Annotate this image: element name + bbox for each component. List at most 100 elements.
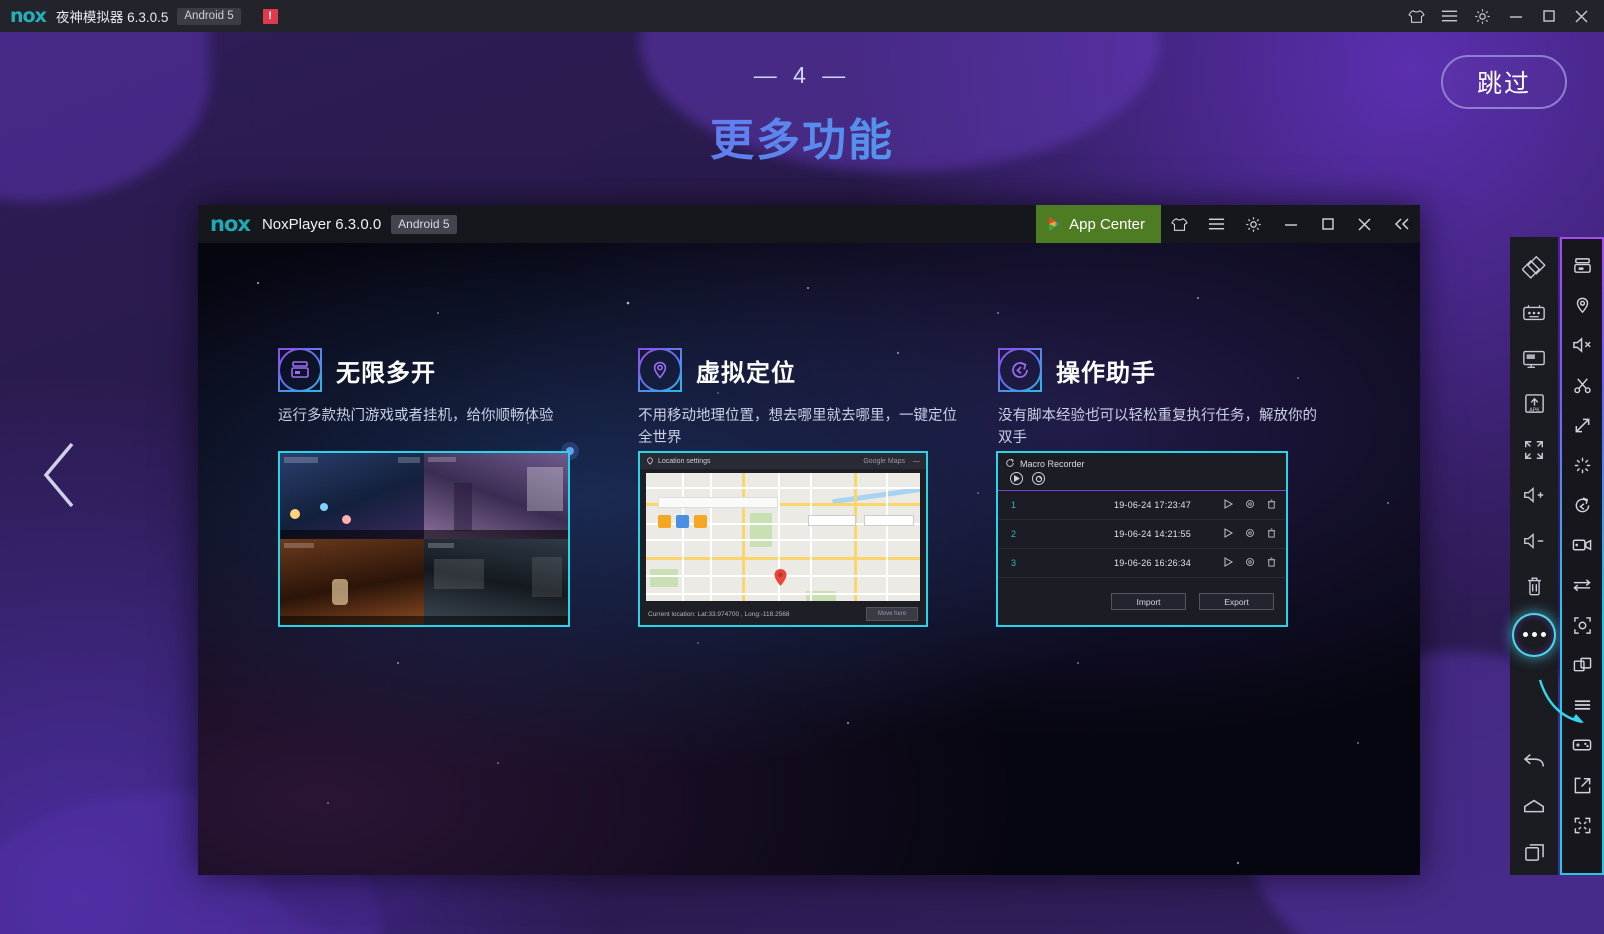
inner-window-title: NoxPlayer 6.3.0.0: [261, 215, 382, 233]
row-play-icon[interactable]: [1224, 557, 1233, 567]
row-settings-icon[interactable]: [1245, 528, 1255, 538]
play-store-icon: [1049, 217, 1060, 231]
prev-page-arrow-icon[interactable]: [40, 440, 80, 510]
more-item-location-pin-icon[interactable]: [1561, 285, 1603, 325]
sidebar-item-trash-icon[interactable]: [1510, 564, 1558, 610]
move-here-button[interactable]: Move here: [866, 607, 918, 621]
inner-gear-icon[interactable]: [1235, 205, 1272, 243]
sidebar-item-more-dots-icon[interactable]: [1512, 613, 1556, 657]
more-item-transfer-icon[interactable]: [1561, 565, 1603, 605]
macro-row-time: 19-06-26 16:26:34: [1114, 558, 1191, 568]
sidebar-item-recents-icon[interactable]: [1510, 830, 1558, 876]
screenshot-multi-instance: [278, 451, 570, 627]
map-canvas[interactable]: [646, 473, 920, 613]
longitude-input[interactable]: [864, 515, 914, 526]
macro-play-icon[interactable]: [1010, 472, 1023, 485]
skip-button[interactable]: 跳过: [1441, 55, 1567, 109]
inner-shirt-icon[interactable]: [1161, 205, 1198, 243]
inner-close-icon[interactable]: [1346, 205, 1383, 243]
inner-collapse-icon[interactable]: [1383, 205, 1420, 243]
loc-provider-label: Google Maps: [863, 457, 905, 465]
sidebar-item-back-icon[interactable]: [1510, 739, 1558, 785]
loc-panel-title: Location settings: [658, 457, 711, 465]
sidebar-item-screen-icon[interactable]: [1510, 336, 1558, 382]
outer-maximize-icon[interactable]: [1532, 0, 1565, 32]
more-item-multi-drive-icon[interactable]: [1561, 245, 1603, 285]
row-play-icon[interactable]: [1224, 499, 1233, 509]
location-search-input[interactable]: [658, 497, 778, 508]
macro-record-icon[interactable]: [1032, 472, 1045, 485]
macro-panel-title: Macro Recorder: [1020, 459, 1085, 469]
sidebar-item-home-icon[interactable]: [1510, 784, 1558, 830]
inner-nox-logo: nox: [210, 212, 251, 236]
more-item-shake-icon[interactable]: [1561, 445, 1603, 485]
macro-row-index: 1: [1011, 500, 1017, 510]
multi-instance-icon: [278, 348, 322, 392]
location-panel-footer: Current location: Lat:33.974700 , Long:-…: [640, 601, 926, 625]
feature-title: 虚拟定位: [696, 359, 796, 387]
screenshot-location-settings: Location settings Google Maps — Current …: [638, 451, 928, 627]
map-pin-button[interactable]: [694, 515, 707, 528]
sidebar-item-apk-install-icon[interactable]: APK: [1510, 382, 1558, 428]
guide-title: 更多功能: [0, 104, 1604, 168]
svg-text:APK: APK: [1529, 407, 1540, 413]
macro-row-index: 3: [1011, 558, 1017, 568]
nox-logo: nox: [10, 5, 47, 27]
more-item-resize-icon[interactable]: [1561, 405, 1603, 445]
guide-step-number: — 4 —: [753, 62, 851, 88]
more-item-video-record-icon[interactable]: [1561, 525, 1603, 565]
map-layers-button[interactable]: [676, 515, 689, 528]
emulator-sidebar: APK: [1510, 237, 1558, 875]
map-star-button[interactable]: [658, 515, 671, 528]
more-item-open-external-icon[interactable]: [1561, 765, 1603, 805]
warning-badge[interactable]: !: [262, 8, 278, 24]
row-play-icon[interactable]: [1224, 528, 1233, 538]
row-settings-icon[interactable]: [1245, 557, 1255, 567]
macro-window-icon: [1006, 458, 1014, 467]
outer-gear-icon[interactable]: [1466, 0, 1499, 32]
outer-shirt-icon[interactable]: [1400, 0, 1433, 32]
feature-item-virtual-location: 虚拟定位 不用移动地理位置，想去哪里就去哪里，一键定位全世界: [638, 348, 968, 450]
inner-maximize-icon[interactable]: [1309, 205, 1346, 243]
sidebar-item-keyboard-mapping-icon[interactable]: [1510, 291, 1558, 337]
sidebar-item-volume-up-icon[interactable]: [1510, 473, 1558, 519]
outer-close-icon[interactable]: [1565, 0, 1598, 32]
more-item-fit-screen-icon[interactable]: [1561, 805, 1603, 845]
more-item-rotate-icon[interactable]: [1561, 485, 1603, 525]
table-row[interactable]: 1 19-06-24 17:23:47: [998, 491, 1286, 520]
feature-item-macro-recorder: 操作助手 没有脚本经验也可以轻松重复执行任务，解放你的双手: [998, 348, 1328, 450]
outer-minimize-icon[interactable]: [1499, 0, 1532, 32]
inner-menu-icon[interactable]: [1198, 205, 1235, 243]
row-delete-icon[interactable]: [1267, 528, 1276, 538]
map-marker-icon: [774, 569, 787, 586]
feature-item-multi-instance: 无限多开 运行多款热门游戏或者挂机，给你顺畅体验: [278, 348, 608, 427]
latitude-input[interactable]: [808, 515, 856, 526]
inner-window-content: 无限多开 运行多款热门游戏或者挂机，给你顺畅体验 虚拟定位 不用移动地理位置，想…: [198, 243, 1420, 875]
outer-menu-icon[interactable]: [1433, 0, 1466, 32]
sidebar-item-multi-instance-icon[interactable]: [1510, 245, 1558, 291]
inner-minimize-icon[interactable]: [1272, 205, 1309, 243]
sidebar-more-panel: [1560, 237, 1604, 875]
import-button[interactable]: Import: [1111, 593, 1186, 610]
table-row[interactable]: 3 19-06-26 16:26:34: [998, 549, 1286, 578]
more-item-mute-icon[interactable]: [1561, 325, 1603, 365]
inner-noxplayer-window: nox NoxPlayer 6.3.0.0 Android 5 App Cent…: [198, 205, 1420, 875]
row-settings-icon[interactable]: [1245, 499, 1255, 509]
macro-recorder-icon: [998, 348, 1042, 392]
more-item-screenshot-icon[interactable]: [1561, 605, 1603, 645]
skip-label: 跳过: [1476, 70, 1531, 98]
feature-title: 操作助手: [1056, 359, 1156, 387]
location-pin-icon: [638, 348, 682, 392]
screenshot-macro-recorder: Macro Recorder 1 19-06-24 17:23:47 2 19-…: [996, 451, 1288, 627]
outer-titlebar: nox 夜神模拟器 6.3.0.5 Android 5 !: [0, 0, 1604, 32]
row-delete-icon[interactable]: [1267, 557, 1276, 567]
more-item-scissors-icon[interactable]: [1561, 365, 1603, 405]
feature-desc: 不用移动地理位置，想去哪里就去哪里，一键定位全世界: [638, 408, 957, 447]
sidebar-item-fullscreen-icon[interactable]: [1510, 427, 1558, 473]
app-center-button[interactable]: App Center: [1036, 205, 1161, 243]
row-delete-icon[interactable]: [1267, 499, 1276, 509]
feature-desc: 没有脚本经验也可以轻松重复执行任务，解放你的双手: [998, 408, 1317, 447]
export-button[interactable]: Export: [1199, 593, 1274, 610]
sidebar-item-volume-down-icon[interactable]: [1510, 518, 1558, 564]
table-row[interactable]: 2 19-06-24 14:21:55: [998, 520, 1286, 549]
